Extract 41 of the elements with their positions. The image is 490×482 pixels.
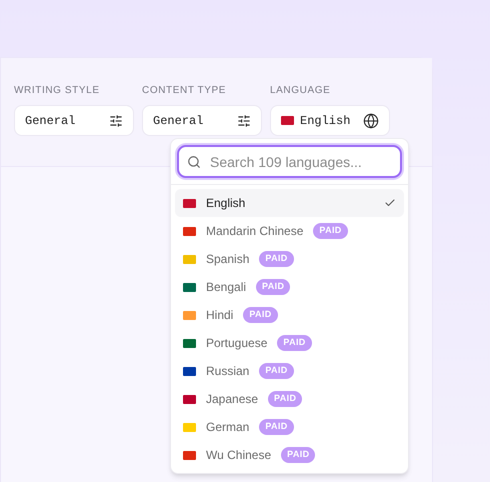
globe-icon xyxy=(363,112,379,128)
dropdown-field[interactable]: General xyxy=(142,105,262,136)
paid-badge: PAID xyxy=(277,335,312,351)
language-option[interactable]: Wu Chinese PAID xyxy=(175,441,404,469)
paid-badge: PAID xyxy=(281,447,316,463)
paid-badge: PAID xyxy=(313,223,348,239)
language-option[interactable]: Japanese PAID xyxy=(175,385,404,413)
language-option[interactable]: Portuguese PAID xyxy=(175,329,404,357)
field-label: WRITING STYLE xyxy=(14,84,101,98)
paid-badge: PAID xyxy=(259,419,294,435)
search-icon xyxy=(187,155,201,169)
language-option[interactable]: Russian PAID xyxy=(175,357,404,385)
dropdown-field[interactable]: General xyxy=(14,105,134,136)
field-label: LANGUAGE xyxy=(270,84,332,98)
language-option[interactable]: Bengali PAID xyxy=(175,273,404,301)
paid-badge: PAID xyxy=(259,363,294,379)
language-name: Portuguese xyxy=(206,335,268,352)
language-name: Hindi xyxy=(206,307,234,324)
language-option[interactable]: Hindi PAID xyxy=(175,301,404,329)
field-label: CONTENT TYPE xyxy=(142,84,228,98)
language-name: English xyxy=(206,195,246,212)
language-name: Russian xyxy=(206,363,250,380)
sliders-icon xyxy=(109,114,123,128)
language-name: German xyxy=(206,419,250,436)
language-option[interactable]: German PAID xyxy=(175,413,404,441)
language-option[interactable]: English xyxy=(175,189,404,217)
search-field[interactable]: Search 109 languages... xyxy=(177,145,402,178)
paid-badge: PAID xyxy=(259,251,294,267)
paid-badge: PAID xyxy=(268,391,302,407)
sliders-icon xyxy=(237,114,251,128)
paid-badge: PAID xyxy=(256,279,290,295)
language-option[interactable]: Spanish PAID xyxy=(175,245,404,273)
check-icon xyxy=(384,197,396,209)
language-name: Mandarin Chinese xyxy=(206,223,304,240)
language-name: Spanish xyxy=(206,251,250,268)
language-option[interactable]: Mandarin Chinese PAID xyxy=(175,217,404,245)
dropdown-field[interactable]: English xyxy=(270,105,390,136)
language-name: Japanese xyxy=(206,391,258,408)
language-name: Bengali xyxy=(206,279,246,296)
paid-badge: PAID xyxy=(243,307,278,323)
language-name: Wu Chinese xyxy=(206,447,272,464)
